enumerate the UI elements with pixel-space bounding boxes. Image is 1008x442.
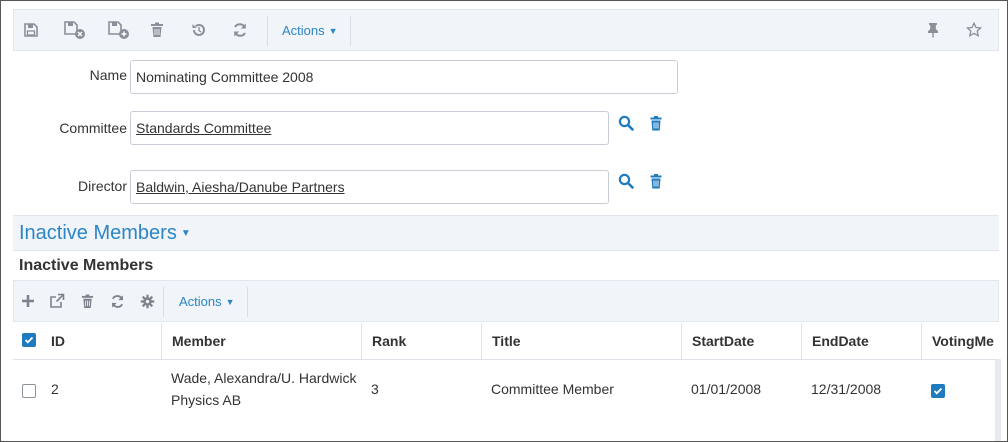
cell-id: 2 <box>51 381 59 397</box>
main-toolbar: Actions ▼ <box>13 9 999 51</box>
cell-rank: 3 <box>371 381 379 397</box>
toolbar-divider <box>163 287 164 317</box>
save-close-icon[interactable] <box>60 10 90 50</box>
grid-actions-label: Actions <box>179 294 222 309</box>
caret-down-icon: ▼ <box>328 25 338 36</box>
toolbar-divider <box>350 16 351 46</box>
open-external-icon[interactable] <box>44 281 70 321</box>
column-header-enddate[interactable]: EndDate <box>801 323 921 359</box>
refresh-icon[interactable] <box>225 10 255 50</box>
column-header-votingmember[interactable]: VotingMe <box>921 323 999 359</box>
cell-member: Wade, Alexandra/U. Hardwick Physics AB <box>171 367 361 411</box>
inactive-members-section-header: Inactive Members ▼ <box>13 215 999 251</box>
inactive-members-section-toggle[interactable]: Inactive Members ▼ <box>19 222 191 245</box>
grid-actions-menu-button[interactable]: Actions ▼ <box>179 294 235 309</box>
undo-icon[interactable] <box>184 10 214 50</box>
section-title: Inactive Members <box>19 222 177 244</box>
record-window: Actions ▼ Name Nominating Committee 2008… <box>0 0 1008 442</box>
column-header-rank[interactable]: Rank <box>361 323 481 359</box>
refresh-grid-icon[interactable] <box>104 281 130 321</box>
committee-link[interactable]: Standards Committee <box>136 120 271 136</box>
name-field[interactable]: Nominating Committee 2008 <box>130 60 678 94</box>
header-divider <box>13 359 999 360</box>
voting-member-checkbox[interactable] <box>931 384 945 398</box>
director-label: Director <box>77 178 127 194</box>
cell-startdate: 01/01/2008 <box>691 381 762 397</box>
director-field[interactable]: Baldwin, Aiesha/Danube Partners <box>130 170 609 204</box>
caret-down-icon: ▼ <box>225 296 235 307</box>
grid-title: Inactive Members <box>19 257 154 274</box>
column-header-title[interactable]: Title <box>481 323 681 359</box>
cell-member-line1: Wade, Alexandra/U. Hardwick <box>171 370 357 386</box>
director-link[interactable]: Baldwin, Aiesha/Danube Partners <box>136 179 345 195</box>
name-label: Name <box>89 67 127 83</box>
column-header-id[interactable]: ID <box>41 323 161 359</box>
actions-menu-button[interactable]: Actions ▼ <box>282 23 338 38</box>
delete-icon[interactable] <box>142 10 172 50</box>
pin-icon[interactable] <box>918 10 948 50</box>
grid-toolbar: Actions ▼ <box>13 280 999 322</box>
committee-label: Committee <box>59 120 127 136</box>
actions-label: Actions <box>282 23 325 38</box>
director-search-icon[interactable] <box>617 172 635 190</box>
column-header-startdate[interactable]: StartDate <box>681 323 801 359</box>
committee-clear-icon[interactable] <box>647 114 665 132</box>
cell-title: Committee Member <box>491 381 614 397</box>
gear-icon[interactable] <box>134 281 160 321</box>
delete-row-icon[interactable] <box>74 281 100 321</box>
toolbar-divider <box>247 287 248 317</box>
committee-field[interactable]: Standards Committee <box>130 111 609 145</box>
caret-down-icon: ▼ <box>180 228 191 239</box>
column-header-member[interactable]: Member <box>161 323 361 359</box>
select-all-checkbox[interactable] <box>22 333 36 347</box>
cell-enddate: 12/31/2008 <box>811 381 882 397</box>
name-value: Nominating Committee 2008 <box>136 69 314 85</box>
save-new-icon[interactable] <box>104 10 134 50</box>
committee-search-icon[interactable] <box>617 114 635 132</box>
director-clear-icon[interactable] <box>647 172 665 190</box>
toolbar-divider <box>267 16 268 46</box>
add-icon[interactable] <box>15 281 41 321</box>
cell-member-line2: Physics AB <box>171 392 242 408</box>
favorite-star-icon[interactable] <box>959 10 989 50</box>
vertical-scrollbar[interactable] <box>995 359 1001 441</box>
save-icon[interactable] <box>16 10 46 50</box>
row-select-checkbox[interactable] <box>22 384 36 398</box>
